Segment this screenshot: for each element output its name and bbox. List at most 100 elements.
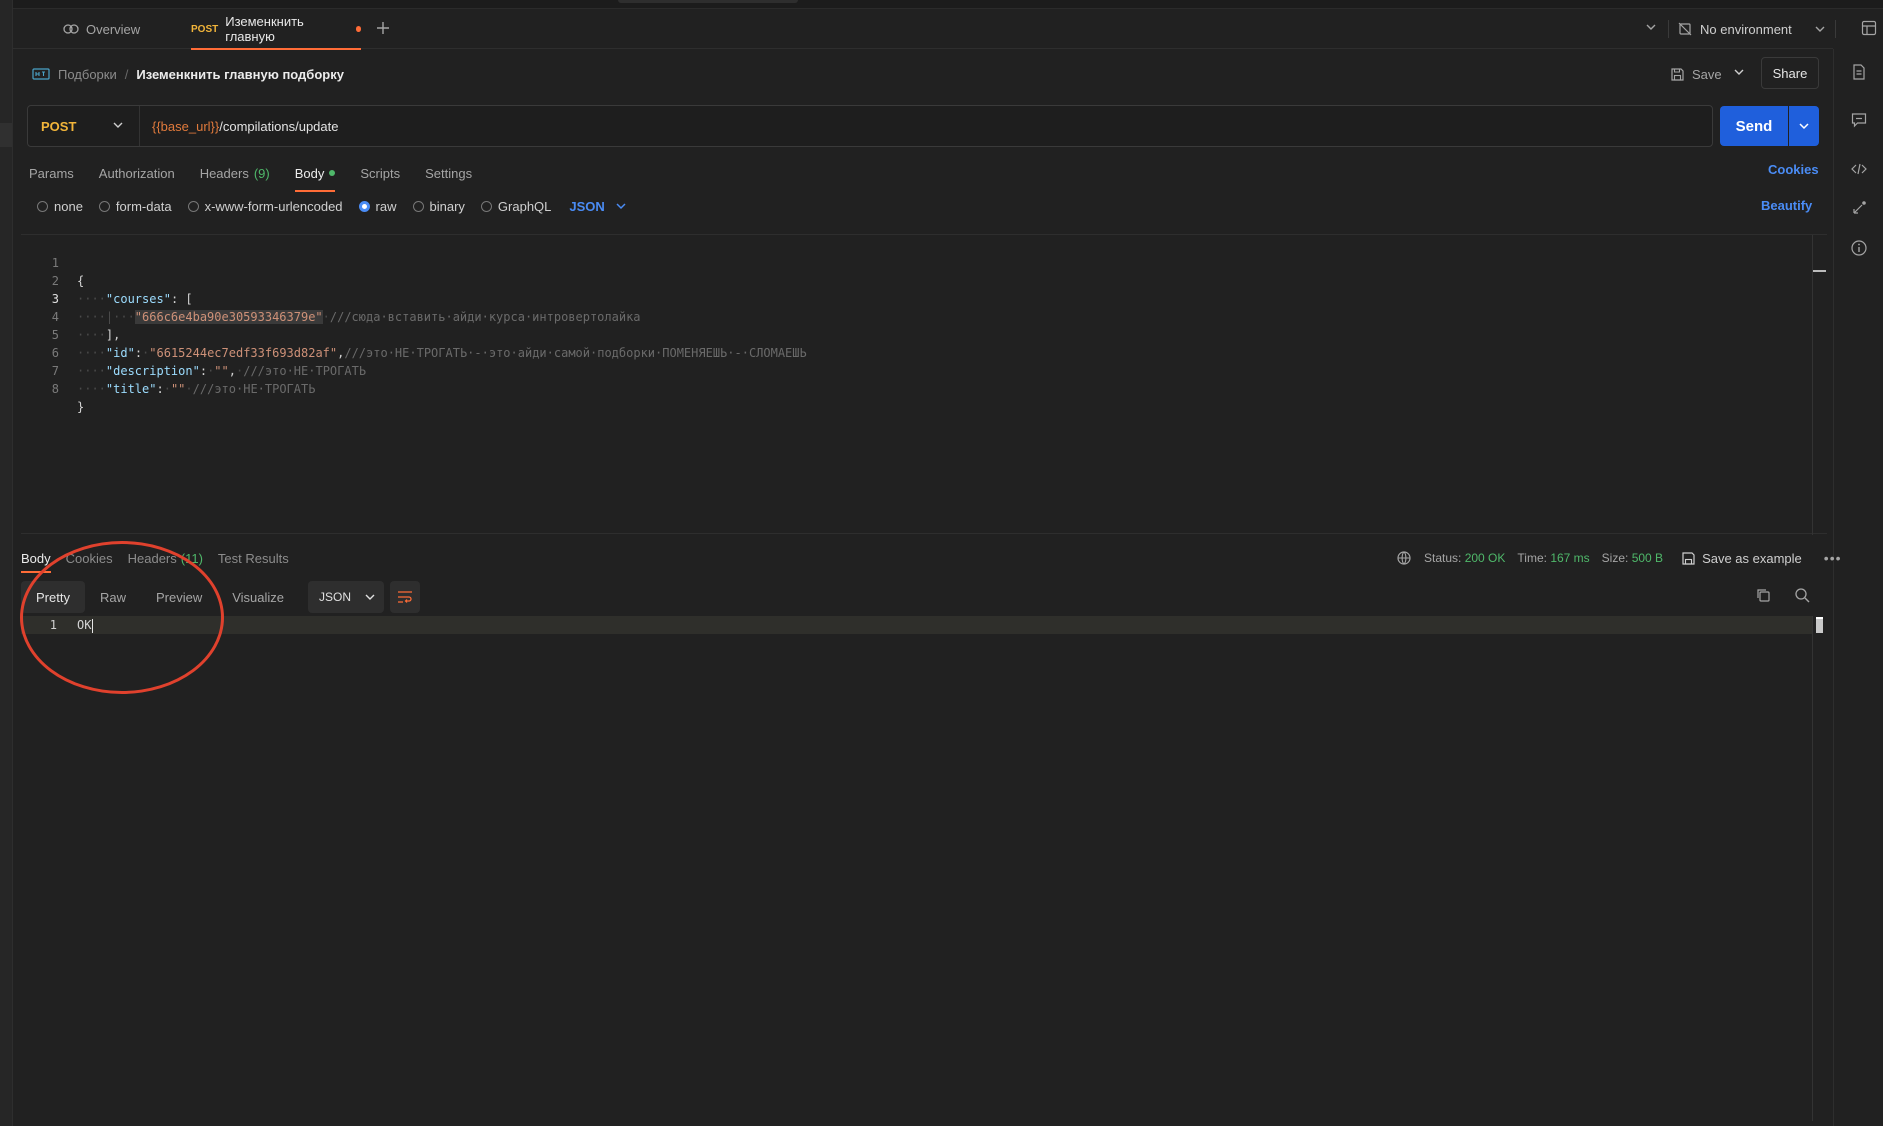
unsaved-indicator	[355, 26, 361, 32]
radio-urlencoded-label: x-www-form-urlencoded	[204, 198, 343, 214]
time-info[interactable]: Time: 167 ms	[1517, 551, 1589, 565]
response-text: OK	[77, 618, 92, 632]
environment-selector[interactable]: No environment	[1678, 9, 1826, 49]
code-snippet-button[interactable]	[1850, 160, 1868, 178]
tabs-overflow-button[interactable]	[1645, 21, 1657, 36]
request-title[interactable]: Иземенкнить главную подборку	[136, 67, 344, 82]
response-tab-headers-label: Headers	[127, 550, 177, 566]
info-button[interactable]	[1850, 239, 1868, 257]
environment-settings-icon	[1861, 20, 1877, 36]
radio-form-data[interactable]: form-data	[98, 198, 172, 214]
line-number: 8	[51, 382, 59, 396]
environment-label: No environment	[1700, 21, 1792, 37]
new-tab-button[interactable]	[373, 19, 393, 39]
save-options-button[interactable]	[1733, 66, 1745, 81]
radio-circle	[37, 200, 48, 212]
size-info[interactable]: Size: 500 B	[1602, 551, 1663, 565]
tab-scripts-label: Scripts	[360, 165, 401, 181]
editor-scrollbar-track[interactable]	[1812, 235, 1813, 535]
save-button[interactable]: Save	[1670, 62, 1722, 86]
breadcrumb-parent[interactable]: Подборки	[58, 67, 117, 82]
view-pretty[interactable]: Pretty	[21, 581, 85, 613]
radio-raw[interactable]: raw	[358, 199, 397, 214]
tab-scripts[interactable]: Scripts	[360, 158, 400, 188]
tab-overview[interactable]: Overview	[63, 9, 140, 49]
save-icon	[1682, 551, 1695, 565]
radio-none[interactable]: none	[37, 199, 83, 214]
response-content: OK	[77, 616, 94, 634]
radio-urlencoded[interactable]: x-www-form-urlencoded	[187, 198, 343, 214]
environment-quick-look-button[interactable]	[1861, 20, 1877, 39]
window-drag-handle[interactable]	[618, 0, 798, 3]
json-string: ""	[170, 382, 186, 396]
size-value: 500 B	[1631, 551, 1664, 565]
method-select[interactable]: POST	[28, 106, 140, 146]
comment-icon	[1851, 113, 1867, 128]
status-info[interactable]: Status: 200 OK	[1424, 551, 1505, 565]
tab-method-badge: POST	[191, 23, 219, 35]
related-collections-button[interactable]	[1850, 199, 1868, 217]
radio-binary-label: binary	[429, 198, 465, 214]
tab-params-label: Params	[29, 165, 74, 181]
radio-none-label: none	[54, 198, 83, 214]
tab-headers[interactable]: Headers (9)	[200, 158, 270, 188]
view-preview[interactable]: Preview	[141, 581, 217, 613]
share-button[interactable]: Share	[1761, 57, 1819, 89]
chevron-down-icon	[616, 203, 626, 210]
response-tab-headers[interactable]: Headers (11)	[128, 546, 203, 570]
response-scrollbar[interactable]	[1812, 616, 1827, 634]
view-visualize[interactable]: Visualize	[217, 581, 299, 613]
comments-button[interactable]	[1850, 111, 1868, 129]
request-tabs: Params Authorization Headers (9) Body Scr…	[29, 158, 472, 192]
radio-graphql-label: GraphQL	[497, 198, 552, 214]
radio-circle	[98, 200, 110, 212]
send-options-button[interactable]	[1789, 106, 1819, 146]
body-format-select[interactable]: JSON	[569, 199, 626, 214]
cookies-link[interactable]: Cookies	[1768, 162, 1819, 177]
tab-body-label: Body	[294, 165, 325, 181]
tab-request-active[interactable]: POST Иземенкнить главную	[191, 9, 361, 50]
request-body-editor[interactable]: 1 { 2 ····"courses": [ 3 ····|···"666c6e…	[21, 234, 1827, 535]
divider	[1835, 20, 1836, 38]
tab-settings[interactable]: Settings	[425, 158, 472, 188]
wrap-lines-icon	[398, 591, 413, 603]
search-response-button[interactable]	[1794, 587, 1810, 606]
response-view-modes: Pretty Raw Preview Visualize JSON	[21, 581, 421, 613]
response-scrollbar-track[interactable]	[1812, 616, 1813, 1121]
beautify-button[interactable]: Beautify	[1761, 198, 1812, 213]
time-value: 167 ms	[1550, 551, 1590, 565]
radio-graphql[interactable]: GraphQL	[480, 198, 552, 214]
copy-response-button[interactable]	[1755, 587, 1771, 606]
token: }	[77, 400, 85, 414]
documentation-button[interactable]	[1850, 63, 1868, 81]
response-tab-test-results[interactable]: Test Results	[218, 546, 289, 570]
radio-form-data-label: form-data	[115, 198, 172, 214]
code-line: 4 ····],	[21, 290, 1811, 342]
radio-binary[interactable]: binary	[412, 198, 465, 214]
url-input[interactable]: {{base_url}}/compilations/update	[152, 106, 338, 146]
send-button[interactable]: Send	[1720, 106, 1788, 146]
view-raw[interactable]: Raw	[85, 581, 141, 613]
tab-settings-label: Settings	[425, 165, 473, 181]
url-variable: {{base_url}}	[152, 118, 220, 134]
more-options-button[interactable]: •••	[1824, 550, 1842, 566]
save-as-example-button[interactable]: Save as example	[1681, 551, 1802, 566]
response-format-select[interactable]: JSON	[308, 581, 385, 613]
response-tab-cookies-label: Cookies	[65, 550, 113, 566]
tab-authorization[interactable]: Authorization	[99, 158, 175, 188]
code-line: 8 }	[21, 362, 1811, 414]
wrap-lines-button[interactable]	[390, 581, 421, 613]
response-tab-body[interactable]: Body	[21, 546, 51, 573]
response-body-line[interactable]: 1 OK	[21, 616, 1812, 634]
tab-headers-label: Headers	[199, 165, 249, 181]
chevron-down-icon	[1799, 123, 1809, 130]
code-icon	[1851, 163, 1867, 175]
response-scrollbar-thumb[interactable]	[1816, 617, 1823, 633]
tab-body[interactable]: Body	[294, 158, 336, 192]
sidebar-resize-handle[interactable]	[0, 123, 12, 147]
tab-params[interactable]: Params	[29, 158, 74, 188]
body-set-indicator	[329, 170, 336, 176]
network-icon[interactable]	[1396, 550, 1412, 566]
chevron-down-icon	[1815, 26, 1825, 32]
response-tab-cookies[interactable]: Cookies	[66, 546, 113, 570]
